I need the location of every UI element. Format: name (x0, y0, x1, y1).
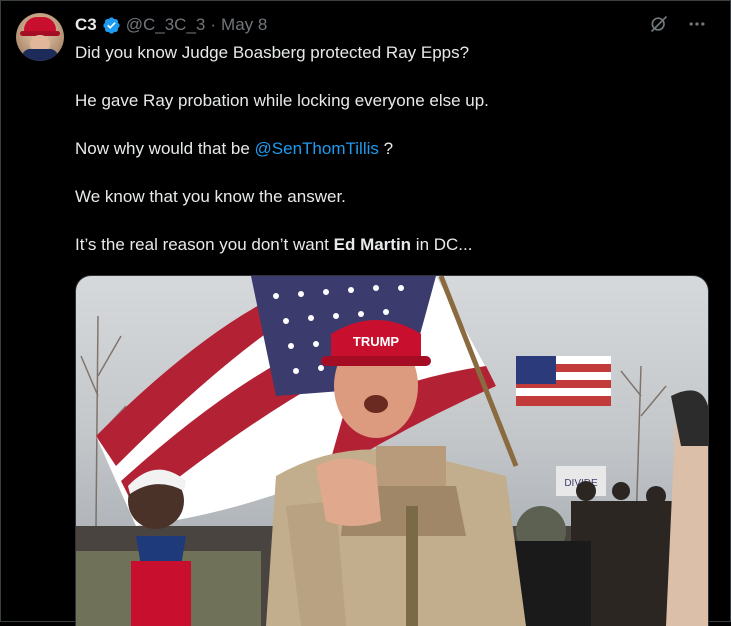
mention-link[interactable]: @SenThomTillis (255, 139, 379, 158)
tweet-paragraph: We know that you know the answer. (75, 187, 346, 206)
bold-name: Ed Martin (333, 235, 412, 254)
author-name[interactable]: C3 (75, 15, 97, 35)
avatar[interactable] (16, 13, 64, 61)
author-handle[interactable]: @C_3C_3 (126, 15, 206, 35)
hat-text: TRUMP (353, 334, 400, 349)
tweet-paragraph: Now why would that be @SenThomTillis ? (75, 137, 705, 161)
tweet-date[interactable]: May 8 (221, 15, 267, 35)
paragraph-text: ? (378, 139, 394, 158)
more-icon[interactable] (687, 14, 707, 34)
paragraph-text: in DC... (411, 235, 473, 254)
tweet-paragraph: It’s the real reason you don’t want Ed M… (75, 233, 705, 257)
paragraph-text: It’s the real reason you don’t want (75, 235, 334, 254)
separator-dot: · (210, 15, 217, 34)
tweet-paragraph: Did you know Judge Boasberg protected Ra… (75, 43, 470, 62)
tweet-media-photo[interactable]: DIVIDE TRUMP (75, 275, 709, 626)
tweet-actions (649, 14, 707, 34)
tweet-header: C3 @C_3C_3 · May 8 (75, 14, 267, 36)
tweet-paragraph: He gave Ray probation while locking ever… (75, 91, 489, 110)
paragraph-text: Now why would that be (75, 139, 255, 158)
grok-icon[interactable] (649, 14, 669, 34)
tweet-text: Did you know Judge Boasberg protected Ra… (75, 41, 705, 281)
verified-badge-icon (102, 16, 121, 35)
